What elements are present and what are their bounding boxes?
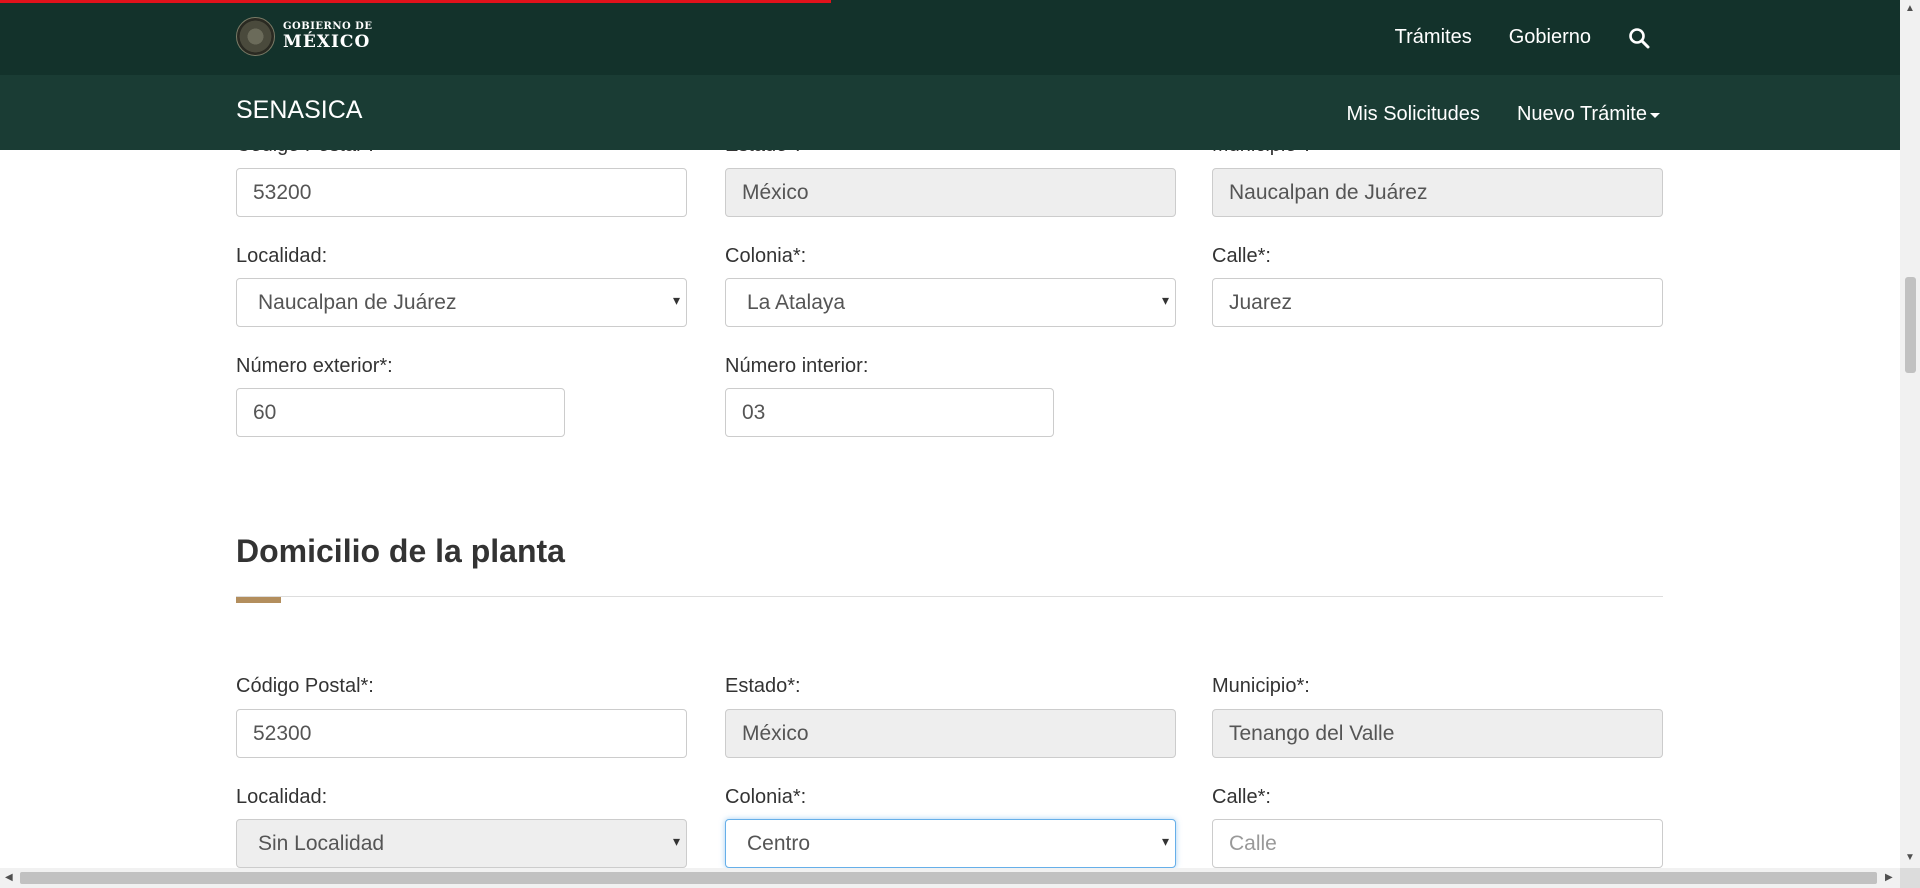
- vertical-scroll-thumb[interactable]: [1905, 277, 1916, 373]
- gov-nav: Trámites Gobierno: [1395, 0, 1650, 75]
- gob-mx-logo[interactable]: GOBIERNO DE MÉXICO: [236, 17, 372, 56]
- loading-progress-bar: [0, 0, 831, 3]
- num-ext-input[interactable]: 60: [236, 388, 565, 437]
- calle-label: Calle*:: [1212, 245, 1271, 267]
- logo-small-text: GOBIERNO DE: [283, 21, 373, 32]
- scrollbar-corner: [1900, 868, 1920, 888]
- nav-tramites[interactable]: Trámites: [1395, 26, 1472, 49]
- section-divider: [236, 596, 1663, 597]
- calle-input[interactable]: Juarez: [1212, 278, 1663, 327]
- horizontal-scroll-thumb[interactable]: [20, 872, 1877, 884]
- colonia-select[interactable]: La Atalaya: [725, 278, 1176, 327]
- planta-colonia-label: Colonia*:: [725, 786, 807, 808]
- nav-mis-solicitudes[interactable]: Mis Solicitudes: [1347, 103, 1480, 126]
- planta-municipio-input[interactable]: Tenango del Valle: [1212, 709, 1663, 758]
- search-icon[interactable]: [1628, 27, 1650, 49]
- app-brand[interactable]: SENASICA: [236, 96, 362, 125]
- planta-colonia-select[interactable]: Centro: [725, 819, 1176, 868]
- section-divider-accent: [236, 597, 281, 603]
- scroll-right-icon[interactable]: ▶: [1885, 872, 1893, 883]
- localidad-label: Localidad:: [236, 245, 328, 267]
- scroll-left-icon[interactable]: ◀: [5, 872, 13, 883]
- section-title: Domicilio de la planta: [236, 533, 565, 569]
- gov-header: GOBIERNO DE MÉXICO Trámites Gobierno: [0, 0, 1900, 75]
- seal-icon: [236, 17, 275, 56]
- planta-cp-label: Código Postal*:: [236, 675, 374, 697]
- num-ext-label: Número exterior*:: [236, 355, 393, 377]
- colonia-label: Colonia*:: [725, 245, 807, 267]
- scroll-down-icon[interactable]: ▼: [1905, 852, 1915, 863]
- nav-nuevo-tramite-label: Nuevo Trámite: [1516, 102, 1647, 125]
- planta-estado-label: Estado*:: [725, 675, 801, 697]
- planta-cp-input[interactable]: 52300: [236, 709, 687, 758]
- localidad-select[interactable]: Naucalpan de Juárez: [236, 278, 687, 327]
- viewport: Código Postal*: Estado*: Municipio*: 532…: [0, 0, 1900, 868]
- planta-localidad-select[interactable]: Sin Localidad: [236, 819, 687, 868]
- municipio-input[interactable]: Naucalpan de Juárez: [1212, 168, 1663, 217]
- vertical-scrollbar[interactable]: ▲ ▼: [1900, 0, 1920, 868]
- planta-localidad-label: Localidad:: [236, 786, 328, 808]
- nav-nuevo-tramite[interactable]: Nuevo Trámite: [1517, 103, 1660, 126]
- cp-input[interactable]: 53200: [236, 168, 687, 217]
- scroll-up-icon[interactable]: ▲: [1905, 3, 1915, 14]
- app-nav: Mis Solicitudes Nuevo Trámite: [1347, 75, 1660, 150]
- caret-down-icon: [1650, 112, 1660, 118]
- horizontal-scrollbar[interactable]: ◀ ▶: [0, 868, 1900, 888]
- planta-estado-input[interactable]: México: [725, 709, 1176, 758]
- nav-gobierno[interactable]: Gobierno: [1509, 26, 1591, 49]
- logo-big-text: MÉXICO: [283, 32, 371, 52]
- planta-calle-label: Calle*:: [1212, 786, 1271, 808]
- app-header: SENASICA Mis Solicitudes Nuevo Trámite: [0, 75, 1900, 150]
- planta-municipio-label: Municipio*:: [1212, 675, 1310, 697]
- estado-input[interactable]: México: [725, 168, 1176, 217]
- num-int-input[interactable]: 03: [725, 388, 1054, 437]
- planta-calle-input[interactable]: Calle: [1212, 819, 1663, 868]
- num-int-label: Número interior:: [725, 355, 869, 377]
